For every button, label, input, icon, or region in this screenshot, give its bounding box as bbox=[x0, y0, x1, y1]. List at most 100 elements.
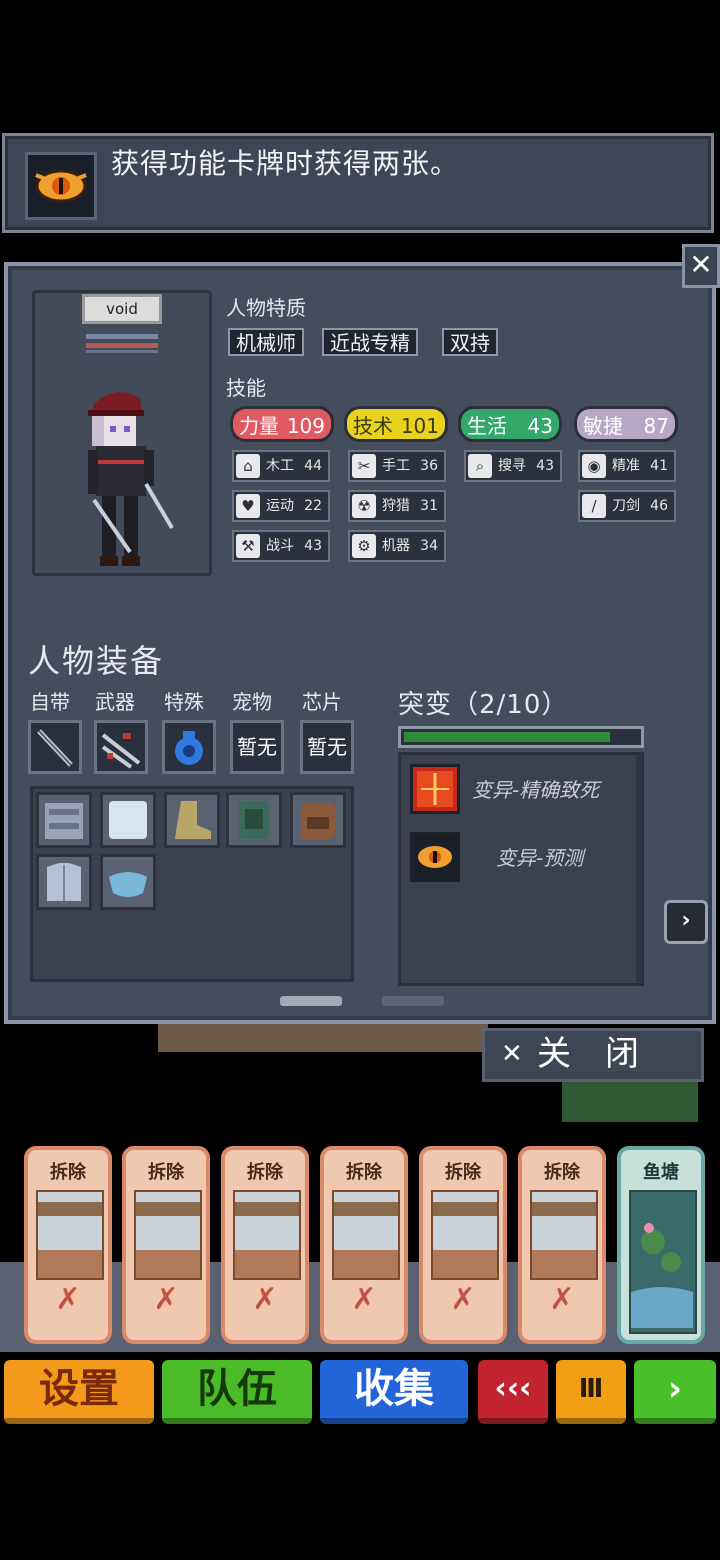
demolish-stamp-icon: ✗ bbox=[351, 1282, 377, 1317]
card-title: 拆除 bbox=[445, 1162, 481, 1183]
eye-icon: ◉ bbox=[582, 454, 606, 478]
inventory-item[interactable] bbox=[226, 792, 282, 848]
card-art bbox=[36, 1190, 104, 1280]
skill-name: 战斗 bbox=[266, 538, 294, 554]
pause-button[interactable]: Ⅲ bbox=[556, 1360, 626, 1424]
stat-value: 43 bbox=[527, 414, 553, 438]
slot-label: 芯片 bbox=[302, 690, 342, 714]
close-button[interactable]: ✕ 关 闭 bbox=[482, 1028, 704, 1082]
demolish-stamp-icon: ✗ bbox=[153, 1282, 179, 1317]
jacket-icon bbox=[47, 863, 81, 901]
traits-label: 人物特质 bbox=[226, 296, 306, 320]
slot-pet[interactable]: 暂无 bbox=[230, 720, 284, 774]
grass-tile bbox=[562, 1076, 698, 1122]
demolish-stamp-icon: ✗ bbox=[55, 1282, 81, 1317]
skill-level: 44 bbox=[304, 458, 322, 474]
demolish-stamp-icon: ✗ bbox=[252, 1282, 278, 1317]
skill-level: 22 bbox=[304, 498, 322, 514]
backpack-icon bbox=[301, 803, 335, 839]
stat-agility[interactable]: 敏捷 87 bbox=[574, 406, 678, 442]
skill-name: 机器 bbox=[382, 538, 410, 554]
panel-close-icon[interactable]: ✕ bbox=[682, 244, 720, 288]
skill-name: 运动 bbox=[266, 498, 294, 514]
skill-sport[interactable]: ♥ 运动 22 bbox=[232, 490, 330, 522]
skill-precision[interactable]: ◉ 精准 41 bbox=[578, 450, 676, 482]
card-demolish[interactable]: 拆除 ✗ bbox=[221, 1146, 309, 1344]
shirt-icon bbox=[109, 801, 147, 839]
team-button[interactable]: 队伍 bbox=[162, 1360, 312, 1424]
inventory-item[interactable] bbox=[100, 854, 156, 910]
gear-icon: ⚙ bbox=[352, 534, 376, 558]
target-icon: ☢ bbox=[352, 494, 376, 518]
skill-combat[interactable]: ⚒ 战斗 43 bbox=[232, 530, 330, 562]
skill-hunting[interactable]: ☢ 狩猎 31 bbox=[348, 490, 446, 522]
play-button[interactable]: › bbox=[634, 1360, 716, 1424]
skill-machine[interactable]: ⚙ 机器 34 bbox=[348, 530, 446, 562]
mutation-eye-icon bbox=[25, 152, 97, 220]
skill-name: 精准 bbox=[612, 458, 640, 474]
close-icon: ✕ bbox=[501, 1039, 523, 1069]
card-demolish[interactable]: 拆除 ✗ bbox=[320, 1146, 408, 1344]
stat-name: 生活 bbox=[467, 414, 507, 438]
close-label: 关 闭 bbox=[537, 1034, 639, 1074]
stat-strength[interactable]: 力量 109 bbox=[230, 406, 334, 442]
slot-label: 自带 bbox=[30, 690, 70, 714]
inventory-item[interactable] bbox=[290, 792, 346, 848]
ground-tile bbox=[158, 1024, 488, 1052]
collect-button[interactable]: 收集 bbox=[320, 1360, 468, 1424]
mutation-eye-icon[interactable] bbox=[410, 832, 460, 882]
scissors-icon: ✂ bbox=[352, 454, 376, 478]
stat-name: 敏捷 bbox=[583, 414, 623, 438]
card-art bbox=[233, 1190, 301, 1280]
rewind-button[interactable]: ‹‹‹ bbox=[478, 1360, 548, 1424]
skill-blade[interactable]: / 刀剑 46 bbox=[578, 490, 676, 522]
card-fishpond[interactable]: 鱼塘 bbox=[617, 1146, 705, 1344]
character-sprite bbox=[80, 380, 190, 570]
inventory-item[interactable] bbox=[36, 854, 92, 910]
slot-special[interactable] bbox=[162, 720, 216, 774]
next-page-arrow-icon[interactable]: › bbox=[664, 900, 708, 944]
trait-badge[interactable]: 双持 bbox=[442, 328, 498, 356]
card-art bbox=[332, 1190, 400, 1280]
stat-living[interactable]: 生活 43 bbox=[458, 406, 562, 442]
skill-handcraft[interactable]: ✂ 手工 36 bbox=[348, 450, 446, 482]
card-demolish[interactable]: 拆除 ✗ bbox=[518, 1146, 606, 1344]
heart-icon: ♥ bbox=[236, 494, 260, 518]
inventory-item[interactable] bbox=[100, 792, 156, 848]
inventory-item[interactable] bbox=[164, 792, 220, 848]
stat-technique[interactable]: 技术 101 bbox=[344, 406, 448, 442]
page-indicator-active[interactable] bbox=[280, 996, 342, 1006]
mutation-name: 变异-精确致死 bbox=[472, 778, 600, 802]
settings-button[interactable]: 设置 bbox=[4, 1360, 154, 1424]
stat-value: 87 bbox=[643, 414, 669, 438]
page-indicator[interactable] bbox=[382, 996, 444, 1006]
skill-level: 34 bbox=[420, 538, 438, 554]
mutation-name: 变异-预测 bbox=[496, 846, 584, 870]
skill-name: 刀剑 bbox=[612, 498, 640, 514]
vest-icon bbox=[239, 801, 269, 839]
sword-icon: / bbox=[582, 494, 606, 518]
slot-weapon[interactable] bbox=[94, 720, 148, 774]
card-demolish[interactable]: 拆除 ✗ bbox=[122, 1146, 210, 1344]
slot-builtin[interactable] bbox=[28, 720, 82, 774]
slot-chip[interactable]: 暂无 bbox=[300, 720, 354, 774]
skill-level: 41 bbox=[650, 458, 668, 474]
armor-icon bbox=[45, 803, 83, 839]
mutation-red-icon[interactable] bbox=[410, 764, 460, 814]
skills-label: 技能 bbox=[226, 376, 266, 400]
character-bar bbox=[86, 350, 158, 353]
slot-label: 武器 bbox=[95, 690, 135, 714]
inventory-item[interactable] bbox=[36, 792, 92, 848]
skill-name: 木工 bbox=[266, 458, 294, 474]
stat-value: 101 bbox=[400, 414, 439, 438]
card-demolish[interactable]: 拆除 ✗ bbox=[419, 1146, 507, 1344]
trait-badge[interactable]: 近战专精 bbox=[322, 328, 418, 356]
mutation-scrollbar[interactable] bbox=[636, 756, 642, 982]
card-title: 拆除 bbox=[544, 1162, 580, 1183]
card-demolish[interactable]: 拆除 ✗ bbox=[24, 1146, 112, 1344]
skill-level: 46 bbox=[650, 498, 668, 514]
skill-search[interactable]: ⌕ 搜寻 43 bbox=[464, 450, 562, 482]
character-name[interactable]: void bbox=[82, 294, 162, 324]
skill-woodwork[interactable]: ⌂ 木工 44 bbox=[232, 450, 330, 482]
trait-badge[interactable]: 机械师 bbox=[228, 328, 304, 356]
